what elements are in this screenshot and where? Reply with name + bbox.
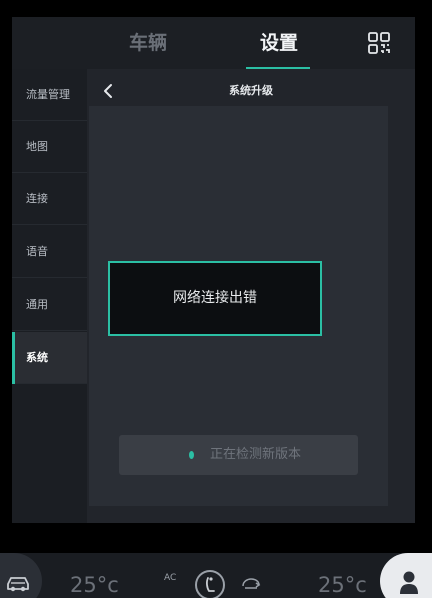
sidebar-item-label: 语音	[26, 245, 48, 258]
sidebar-item-label: 系统	[26, 351, 48, 364]
sidebar-item-connection[interactable]: 连接	[12, 173, 87, 225]
qr-code-icon[interactable]	[368, 32, 390, 54]
user-icon	[400, 571, 418, 594]
check-update-button[interactable]: 正在检测新版本	[119, 435, 358, 475]
left-temperature[interactable]: 25°c	[70, 573, 119, 597]
toast-message: 网络连接出错	[173, 290, 257, 306]
sidebar-item-data-management[interactable]: 流量管理	[12, 69, 87, 121]
seat-heat-icon[interactable]	[195, 570, 225, 598]
error-toast: 网络连接出错	[108, 261, 322, 336]
check-update-label: 正在检测新版本	[210, 447, 302, 462]
settings-sidebar: 流量管理 地图 连接 语音 通用 系统	[12, 69, 87, 523]
sidebar-item-label: 连接	[26, 192, 48, 205]
sidebar-item-voice[interactable]: 语音	[12, 226, 87, 278]
tab-vehicle[interactable]: 车辆	[129, 17, 167, 69]
right-temperature[interactable]: 25°c	[318, 573, 367, 597]
recirculation-icon[interactable]	[240, 577, 262, 591]
sidebar-item-general[interactable]: 通用	[12, 279, 87, 331]
ac-toggle[interactable]: AC	[164, 573, 176, 583]
active-item-indicator	[12, 332, 15, 384]
climate-dock: 25°c AC 25°c	[0, 553, 432, 598]
top-tab-bar: 车辆 设置	[12, 17, 415, 69]
sidebar-item-map[interactable]: 地图	[12, 121, 87, 173]
loading-dot-icon	[189, 451, 194, 459]
sidebar-item-label: 通用	[26, 298, 48, 311]
sidebar-item-label: 地图	[26, 140, 48, 153]
tab-settings[interactable]: 设置	[260, 17, 298, 69]
sidebar-item-system[interactable]: 系统	[12, 332, 87, 384]
seat-heat-glyph	[206, 577, 215, 592]
sidebar-item-label: 流量管理	[26, 88, 70, 101]
back-chevron-icon[interactable]	[101, 81, 115, 101]
car-icon	[7, 577, 29, 592]
